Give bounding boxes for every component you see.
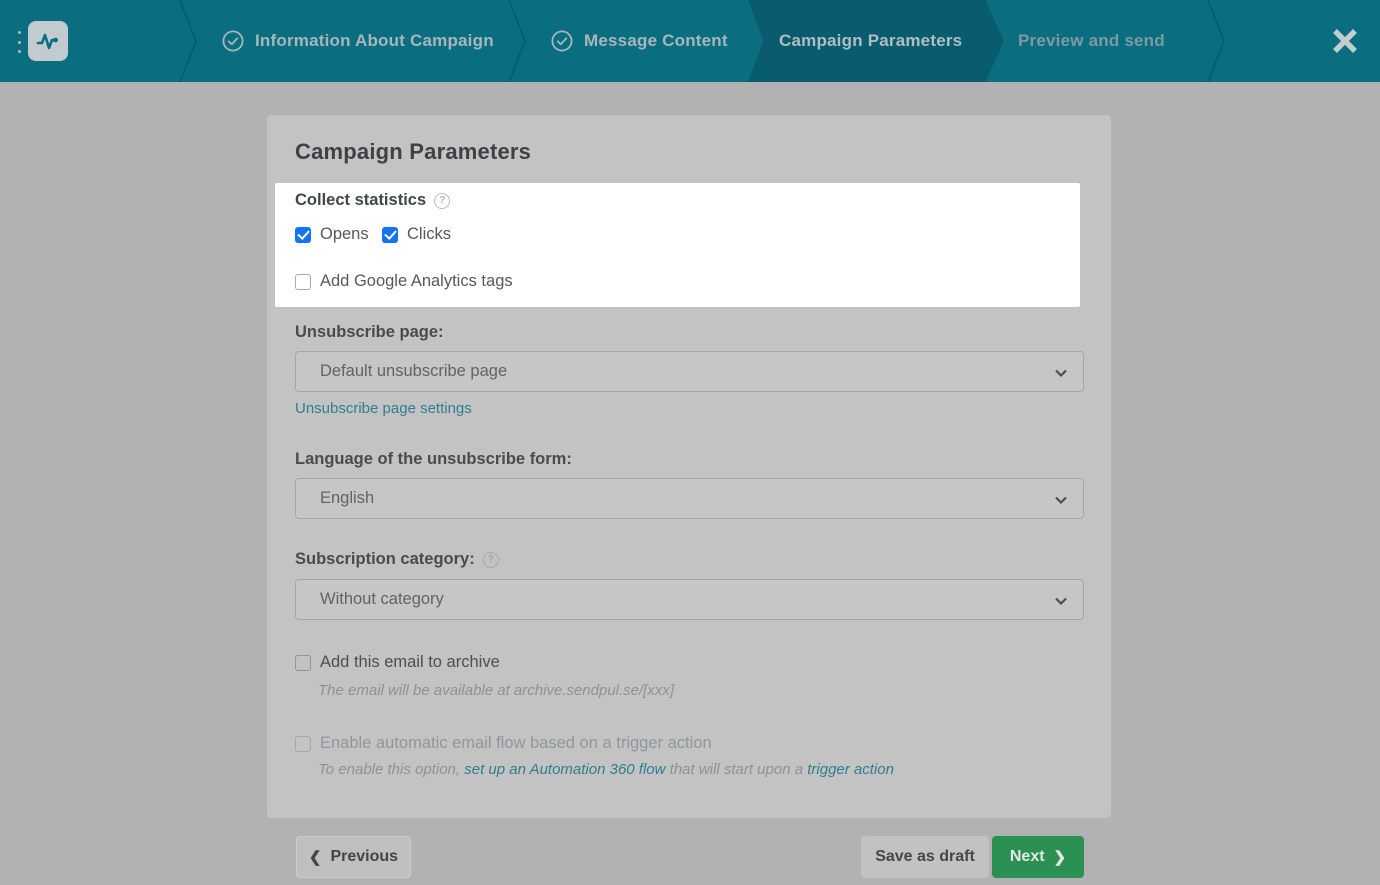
trigger-flow-checkbox[interactable]: Enable automatic email flow based on a t… xyxy=(295,734,712,753)
chevron-down-icon xyxy=(1053,492,1069,508)
menu-dots-icon[interactable] xyxy=(14,31,24,53)
step-label: Preview and send xyxy=(1018,31,1165,51)
step-label: Campaign Parameters xyxy=(779,31,962,51)
chevron-down-icon xyxy=(1053,593,1069,609)
chevron-right-icon: ❯ xyxy=(1054,848,1067,866)
save-as-draft-button[interactable]: Save as draft xyxy=(861,836,989,878)
automation-360-link[interactable]: set up an Automation 360 flow xyxy=(464,761,665,778)
unsubscribe-page-select[interactable]: Default unsubscribe page xyxy=(295,351,1084,392)
step-message-content[interactable]: Message Content xyxy=(551,0,728,82)
step-campaign-parameters[interactable]: Campaign Parameters xyxy=(779,0,962,82)
help-icon[interactable]: ? xyxy=(483,552,499,568)
subscription-category-label: Subscription category: ? xyxy=(295,550,499,569)
unsubscribe-page-label: Unsubscribe page: xyxy=(295,323,444,342)
google-analytics-checkbox[interactable]: Add Google Analytics tags xyxy=(295,272,513,291)
step-separator xyxy=(507,0,527,82)
chevron-down-icon xyxy=(1053,365,1069,381)
close-icon[interactable] xyxy=(1328,24,1362,58)
archive-note: The email will be available at archive.s… xyxy=(318,682,674,699)
previous-button[interactable]: ❮ Previous xyxy=(296,836,411,878)
collect-statistics-label: Collect statistics ? xyxy=(295,191,450,210)
step-label: Message Content xyxy=(584,31,728,51)
step-separator xyxy=(1206,0,1226,82)
wizard-header: Information About Campaign Message Conte… xyxy=(0,0,1380,82)
app-logo xyxy=(28,21,68,61)
unsubscribe-page-settings-link[interactable]: Unsubscribe page settings xyxy=(295,400,472,417)
trigger-note: To enable this option, set up an Automat… xyxy=(318,761,894,778)
checkbox-empty-icon[interactable] xyxy=(295,736,311,752)
opens-checkbox[interactable]: Opens xyxy=(295,225,369,244)
checkbox-empty-icon[interactable] xyxy=(295,274,311,290)
trigger-action-link[interactable]: trigger action xyxy=(807,761,894,778)
clicks-checkbox[interactable]: Clicks xyxy=(382,225,451,244)
check-circle-icon xyxy=(222,30,244,52)
collect-statistics-section: Collect statistics ? Opens Clicks Add Go… xyxy=(275,183,1080,307)
language-select[interactable]: English xyxy=(295,478,1084,519)
step-separator xyxy=(178,0,198,82)
step-information-about-campaign[interactable]: Information About Campaign xyxy=(222,0,494,82)
checkbox-checked-icon[interactable] xyxy=(382,227,398,243)
subscription-category-select[interactable]: Without category xyxy=(295,579,1084,620)
pulse-icon xyxy=(34,27,62,55)
language-label: Language of the unsubscribe form: xyxy=(295,450,572,469)
checkbox-checked-icon[interactable] xyxy=(295,227,311,243)
archive-checkbox[interactable]: Add this email to archive xyxy=(295,653,500,672)
campaign-parameters-card: Campaign Parameters Collect statistics ?… xyxy=(267,115,1111,818)
step-label: Information About Campaign xyxy=(255,31,494,51)
page-title: Campaign Parameters xyxy=(295,139,531,165)
help-icon[interactable]: ? xyxy=(434,193,450,209)
step-preview-and-send[interactable]: Preview and send xyxy=(1018,0,1165,82)
next-button[interactable]: Next ❯ xyxy=(992,836,1084,878)
check-circle-icon xyxy=(551,30,573,52)
chevron-left-icon: ❮ xyxy=(309,848,322,866)
checkbox-empty-icon[interactable] xyxy=(295,655,311,671)
